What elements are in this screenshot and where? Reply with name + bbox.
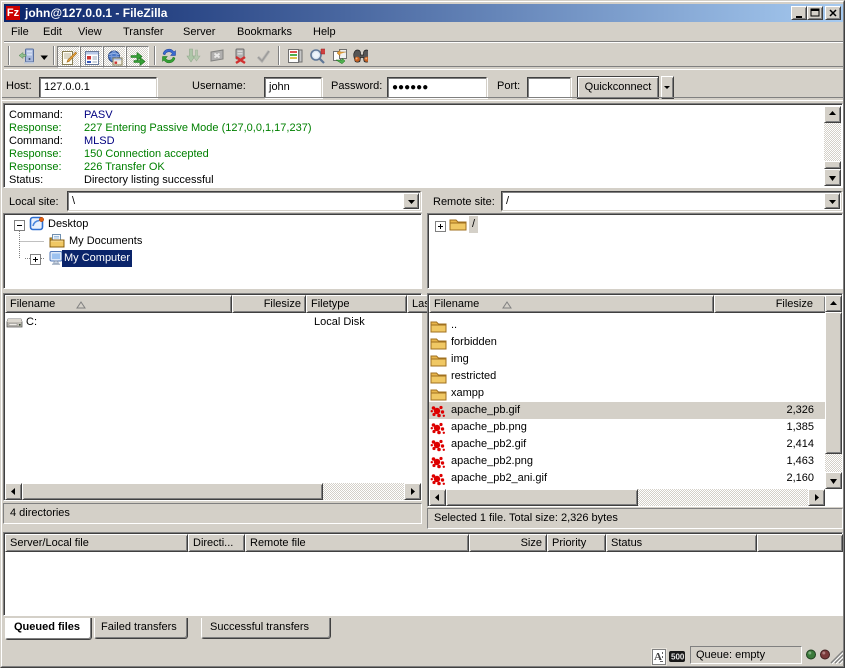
svg-text:500: 500 bbox=[671, 653, 685, 662]
